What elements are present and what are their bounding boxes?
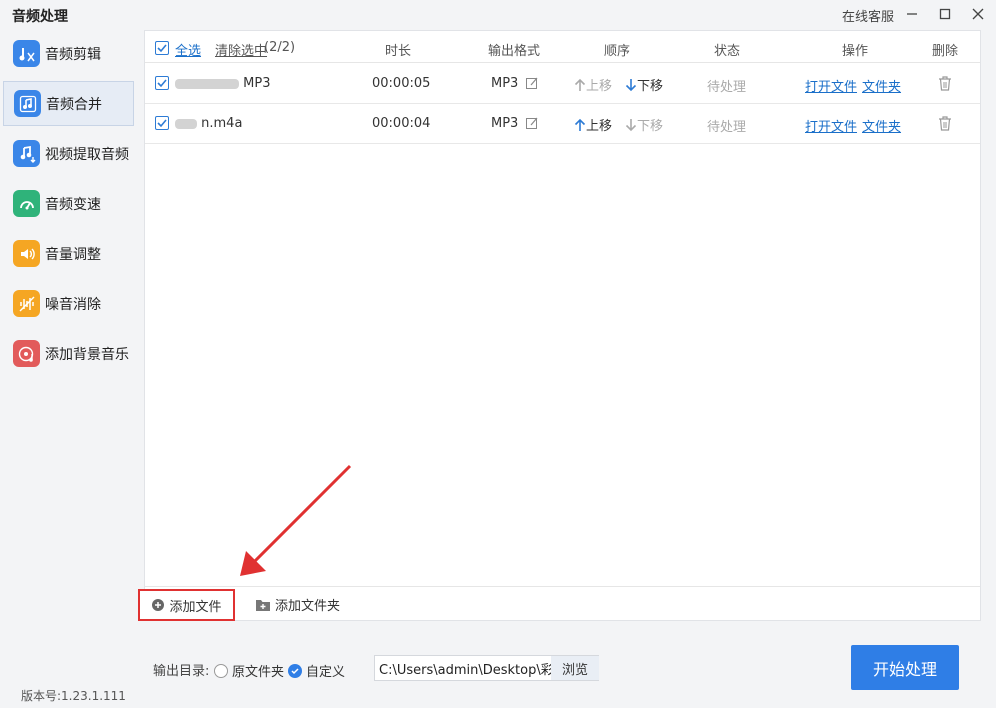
close-icon [972, 8, 984, 20]
delete-icon[interactable] [937, 75, 953, 95]
move-down-button[interactable]: 下移 [625, 75, 663, 94]
redacted-name [175, 118, 197, 129]
add-file-button[interactable]: 添加文件 [138, 589, 235, 621]
column-format: 输出格式 [488, 44, 541, 59]
output-path-field: 浏览 [374, 655, 599, 681]
background-music-icon [13, 340, 40, 367]
sidebar-item-noise-reduce[interactable]: 噪音消除 [3, 281, 134, 326]
output-format: MP3 [491, 76, 519, 91]
column-order: 顺序 [604, 44, 631, 59]
video-extract-audio-icon [13, 140, 40, 167]
sidebar-item-label: 音频合并 [46, 96, 102, 113]
online-service-link[interactable]: 在线客服 [842, 6, 894, 25]
edit-format-icon[interactable] [525, 76, 539, 94]
radio-unchecked-icon [214, 663, 228, 678]
sidebar-item-label: 音频变速 [45, 196, 101, 213]
table-row[interactable]: MP3 00:00:05 MP3 上移 下移 待处理 打开文件 文件夹 [145, 64, 980, 104]
arrow-down-icon [625, 118, 637, 131]
check-icon [157, 79, 167, 88]
browse-button[interactable]: 浏览 [551, 656, 599, 680]
column-duration: 时长 [385, 44, 412, 59]
column-delete: 删除 [932, 44, 959, 59]
volume-icon [13, 240, 40, 267]
column-status: 状态 [714, 44, 741, 59]
sidebar-item-label: 噪音消除 [45, 296, 101, 313]
minimize-button[interactable] [901, 3, 923, 25]
noise-reduce-icon [13, 290, 40, 317]
add-folder-icon [256, 599, 270, 611]
close-button[interactable] [967, 3, 989, 25]
sidebar-item-volume[interactable]: 音量调整 [3, 231, 134, 276]
table-header: 全选 清除选中 (2/2) 时长 输出格式 顺序 状态 操作 删除 [145, 31, 980, 63]
delete-icon[interactable] [937, 115, 953, 135]
selection-count: (2/2) [264, 40, 296, 55]
arrow-up-icon [574, 78, 586, 91]
sidebar-item-label: 视频提取音频 [45, 146, 129, 163]
app-title: 音频处理 [12, 9, 68, 25]
status-text: 待处理 [707, 80, 747, 95]
edit-format-icon[interactable] [525, 116, 539, 134]
maximize-button[interactable] [934, 3, 956, 25]
sidebar-item-audio-speed[interactable]: 音频变速 [3, 181, 134, 226]
status-text: 待处理 [707, 120, 747, 135]
check-icon [157, 119, 167, 128]
select-all-link[interactable]: 全选 [175, 40, 201, 59]
minimize-icon [907, 13, 917, 15]
open-folder-link[interactable]: 文件夹 [862, 116, 901, 135]
version-label: 版本号:1.23.1.111 [21, 689, 126, 703]
sidebar-item-audio-merge[interactable]: 音频合并 [3, 81, 134, 126]
title-bar: 音频处理 在线客服 [0, 0, 996, 28]
audio-merge-icon [14, 90, 41, 117]
output-directory-label: 输出目录: [153, 664, 210, 679]
audio-cut-icon [13, 40, 40, 67]
audio-speed-icon [13, 190, 40, 217]
move-up-button[interactable]: 上移 [574, 115, 612, 134]
clear-selection-link[interactable]: 清除选中 [215, 40, 267, 59]
move-up-button[interactable]: 上移 [574, 75, 612, 94]
open-file-link[interactable]: 打开文件 [805, 116, 857, 135]
duration: 00:00:04 [372, 116, 431, 131]
maximize-icon [939, 8, 951, 20]
sidebar-item-label: 音量调整 [45, 246, 101, 263]
radio-checked-icon [288, 663, 302, 678]
file-name: n.m4a [175, 116, 242, 131]
radio-original-folder[interactable]: 原文件夹 [214, 661, 284, 680]
redacted-name [175, 78, 239, 89]
output-format: MP3 [491, 116, 519, 131]
add-circle-icon [152, 599, 165, 611]
panel-footer: 添加文件 添加文件夹 [138, 586, 980, 621]
duration: 00:00:05 [372, 76, 431, 91]
row-checkbox[interactable] [155, 76, 169, 90]
add-folder-button[interactable]: 添加文件夹 [255, 595, 340, 614]
check-icon [157, 44, 167, 53]
file-list-panel: 全选 清除选中 (2/2) 时长 输出格式 顺序 状态 操作 删除 MP3 00… [138, 30, 981, 621]
arrow-up-icon [574, 118, 586, 131]
radio-custom-folder[interactable]: 自定义 [288, 661, 345, 680]
sidebar-item-video-extract-audio[interactable]: 视频提取音频 [3, 131, 134, 176]
move-down-button[interactable]: 下移 [625, 115, 663, 134]
row-checkbox[interactable] [155, 116, 169, 130]
table-row[interactable]: n.m4a 00:00:04 MP3 上移 下移 待处理 打开文件 文件夹 [145, 104, 980, 144]
start-processing-button[interactable]: 开始处理 [851, 645, 959, 690]
arrow-down-icon [625, 78, 637, 91]
output-path-input[interactable] [375, 656, 551, 680]
open-file-link[interactable]: 打开文件 [805, 76, 857, 95]
sidebar-item-label: 音频剪辑 [45, 46, 101, 63]
sidebar-item-label: 添加背景音乐 [45, 346, 129, 363]
column-actions: 操作 [842, 44, 869, 59]
open-folder-link[interactable]: 文件夹 [862, 76, 901, 95]
select-all-checkbox[interactable] [155, 41, 169, 55]
file-name: MP3 [175, 76, 270, 91]
sidebar-item-background-music[interactable]: 添加背景音乐 [3, 331, 134, 376]
sidebar-item-audio-cut[interactable]: 音频剪辑 [3, 31, 134, 76]
